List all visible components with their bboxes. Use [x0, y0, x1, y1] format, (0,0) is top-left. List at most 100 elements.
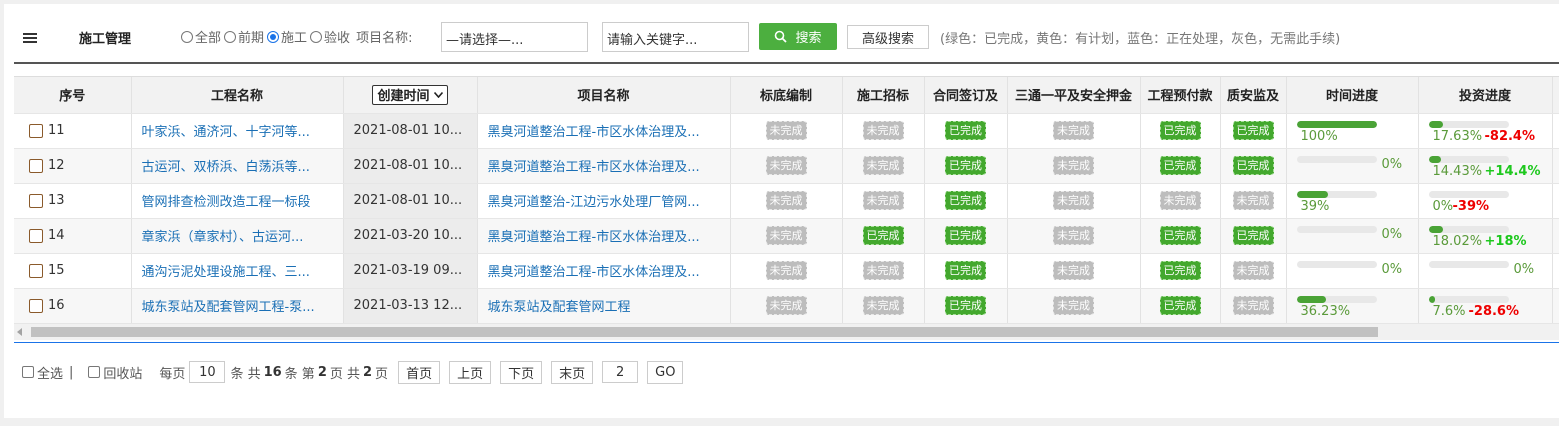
- radio-icon[interactable]: [224, 30, 237, 43]
- prev-page-button[interactable]: 上页: [449, 360, 492, 384]
- radio-preliminary[interactable]: 前期: [224, 27, 264, 46]
- project-name-link[interactable]: 管网排查检测改造工程一标段: [131, 183, 344, 219]
- sort-select[interactable]: 创建时间: [372, 84, 448, 105]
- row-checkbox[interactable]: [29, 228, 43, 243]
- project-link[interactable]: 黑臭河道整治工程-市区水体治理及...: [477, 253, 731, 289]
- project-select[interactable]: —请选择—...: [441, 22, 588, 52]
- menu-icon[interactable]: [23, 33, 37, 44]
- table-row[interactable]: 16 城东泵站及配套管网工程-泵... 2021-03-13 12... 城东泵站及配…: [14, 288, 1559, 324]
- project-link[interactable]: 黑臭河道整治工程-市区水体治理及...: [477, 113, 731, 149]
- status-badge[interactable]: 未完成: [1053, 261, 1094, 280]
- project-link[interactable]: 黑臭河道整治-江边污水处理厂管网...: [477, 183, 731, 219]
- go-button[interactable]: GO: [647, 360, 684, 384]
- status-badge[interactable]: 已完成: [1232, 121, 1274, 140]
- status-badge[interactable]: 未完成: [1053, 156, 1094, 175]
- table-row[interactable]: 11 叶家浜、通济河、十字河等... 2021-08-01 10... 黑臭河道整治工…: [14, 113, 1559, 149]
- table-row[interactable]: 12 古运河、双桥浜、白荡浜等... 2021-08-01 10... 黑臭河道整治工…: [14, 148, 1559, 184]
- status-badge[interactable]: 已完成: [1232, 156, 1274, 175]
- status-badge[interactable]: 已完成: [945, 121, 986, 140]
- status-badge[interactable]: 未完成: [862, 121, 904, 140]
- first-page-button[interactable]: 首页: [398, 360, 441, 384]
- status-badge[interactable]: 已完成: [945, 226, 986, 245]
- status-badge[interactable]: 已完成: [945, 191, 986, 210]
- status-badge[interactable]: 未完成: [765, 156, 807, 175]
- goto-page-input[interactable]: 2: [602, 361, 639, 383]
- status-badge[interactable]: 已完成: [862, 226, 904, 245]
- row-checkbox[interactable]: [29, 123, 43, 138]
- status-badge[interactable]: 已完成: [945, 156, 986, 175]
- project-name-link[interactable]: 城东泵站及配套管网工程-泵...: [131, 288, 344, 324]
- status-badge[interactable]: 已完成: [1232, 226, 1274, 245]
- row-checkbox[interactable]: [29, 263, 43, 278]
- col-header[interactable]: 合同签订及: [924, 77, 1008, 114]
- col-header[interactable]: 投资进度: [1418, 77, 1553, 114]
- radio-construction[interactable]: 施工: [267, 27, 307, 46]
- status-badge[interactable]: 未完成: [765, 121, 807, 140]
- status-badge[interactable]: 未完成: [765, 261, 807, 280]
- table-row[interactable]: 14 章家浜（章家村）、古运河... 2021-03-20 10... 黑臭河道整治工…: [14, 218, 1559, 254]
- keyword-input[interactable]: 请输入关键字...: [602, 22, 749, 52]
- recycle-checkbox[interactable]: [88, 366, 101, 378]
- radio-icon[interactable]: [310, 30, 323, 43]
- project-link[interactable]: 黑臭河道整治工程-市区水体治理及...: [477, 148, 731, 184]
- status-badge[interactable]: 已完成: [1159, 121, 1201, 140]
- col-header[interactable]: 工程预付款: [1140, 77, 1221, 114]
- project-name-link[interactable]: 古运河、双桥浜、白荡浜等...: [131, 148, 344, 184]
- status-badge[interactable]: 已完成: [945, 296, 986, 315]
- horizontal-scrollbar[interactable]: [14, 324, 1559, 340]
- radio-label: 前期: [238, 31, 265, 46]
- status-badge[interactable]: 未完成: [862, 261, 904, 280]
- radio-acceptance[interactable]: 验收: [310, 27, 350, 46]
- col-header[interactable]: 施工招标: [842, 77, 925, 114]
- status-badge[interactable]: 已完成: [945, 261, 986, 280]
- col-header[interactable]: 质安监及: [1220, 77, 1287, 114]
- table-row[interactable]: 15 通沟污泥处理设施工程、三... 2021-03-19 09... 黑臭河道整治工…: [14, 253, 1559, 289]
- status-badge[interactable]: 未完成: [862, 296, 904, 315]
- col-header[interactable]: 项目名称: [477, 77, 731, 114]
- status-badge[interactable]: 未完成: [862, 191, 904, 210]
- project-name-link[interactable]: 通沟污泥处理设施工程、三...: [131, 253, 344, 289]
- status-badge[interactable]: 未完成: [1053, 121, 1094, 140]
- col-header[interactable]: 三通一平及安全押金: [1007, 77, 1141, 114]
- status-badge[interactable]: 未完成: [1053, 226, 1094, 245]
- col-header[interactable]: 工程名称: [131, 77, 344, 114]
- col-header[interactable]: 时间进度: [1286, 77, 1419, 114]
- select-all-checkbox[interactable]: [22, 366, 34, 378]
- status-cell: 未完成: [842, 183, 925, 219]
- advanced-search-button[interactable]: 高级搜索: [847, 25, 929, 49]
- next-page-button[interactable]: 下页: [500, 360, 543, 384]
- status-badge[interactable]: 未完成: [1232, 261, 1274, 280]
- status-badge[interactable]: 未完成: [1053, 296, 1094, 315]
- project-name-link[interactable]: 叶家浜、通济河、十字河等...: [131, 113, 344, 149]
- project-link[interactable]: 城东泵站及配套管网工程: [477, 288, 731, 324]
- row-checkbox[interactable]: [29, 158, 43, 173]
- status-badge[interactable]: 已完成: [1159, 226, 1201, 245]
- last-page-button[interactable]: 末页: [551, 360, 594, 384]
- col-header: 序号: [14, 77, 132, 114]
- status-badge[interactable]: 未完成: [862, 156, 904, 175]
- project-name-link[interactable]: 章家浜（章家村）、古运河...: [131, 218, 344, 254]
- radio-icon[interactable]: [181, 30, 193, 43]
- status-badge[interactable]: 已完成: [1159, 261, 1201, 280]
- radio-icon[interactable]: [267, 30, 280, 43]
- scroll-left-icon[interactable]: [17, 328, 22, 336]
- per-page-input[interactable]: 10: [189, 361, 226, 383]
- table-row[interactable]: 13 管网排查检测改造工程一标段 2021-08-01 10... 黑臭河道整治-江边…: [14, 183, 1559, 219]
- status-badge[interactable]: 未完成: [765, 226, 807, 245]
- row-checkbox[interactable]: [29, 193, 43, 208]
- status-badge[interactable]: 已完成: [1159, 156, 1201, 175]
- toolbar: 施工管理 全部 前期 施工 验收 项目名称: —请选择—... 请输入关键字..…: [4, 4, 1559, 62]
- row-checkbox[interactable]: [29, 298, 43, 313]
- status-badge[interactable]: 未完成: [1159, 191, 1201, 210]
- status-badge[interactable]: 未完成: [1232, 296, 1274, 315]
- status-badge[interactable]: 未完成: [765, 296, 807, 315]
- scrollbar-thumb[interactable]: [31, 327, 1378, 337]
- status-badge[interactable]: 已完成: [1159, 296, 1201, 315]
- status-badge[interactable]: 未完成: [1053, 191, 1094, 210]
- search-button[interactable]: 搜索: [759, 23, 837, 50]
- status-badge[interactable]: 未完成: [1232, 191, 1274, 210]
- project-link[interactable]: 黑臭河道整治工程-市区水体治理及...: [477, 218, 731, 254]
- status-badge[interactable]: 未完成: [765, 191, 807, 210]
- col-header[interactable]: 标底编制: [730, 77, 843, 114]
- radio-all[interactable]: 全部: [181, 27, 221, 46]
